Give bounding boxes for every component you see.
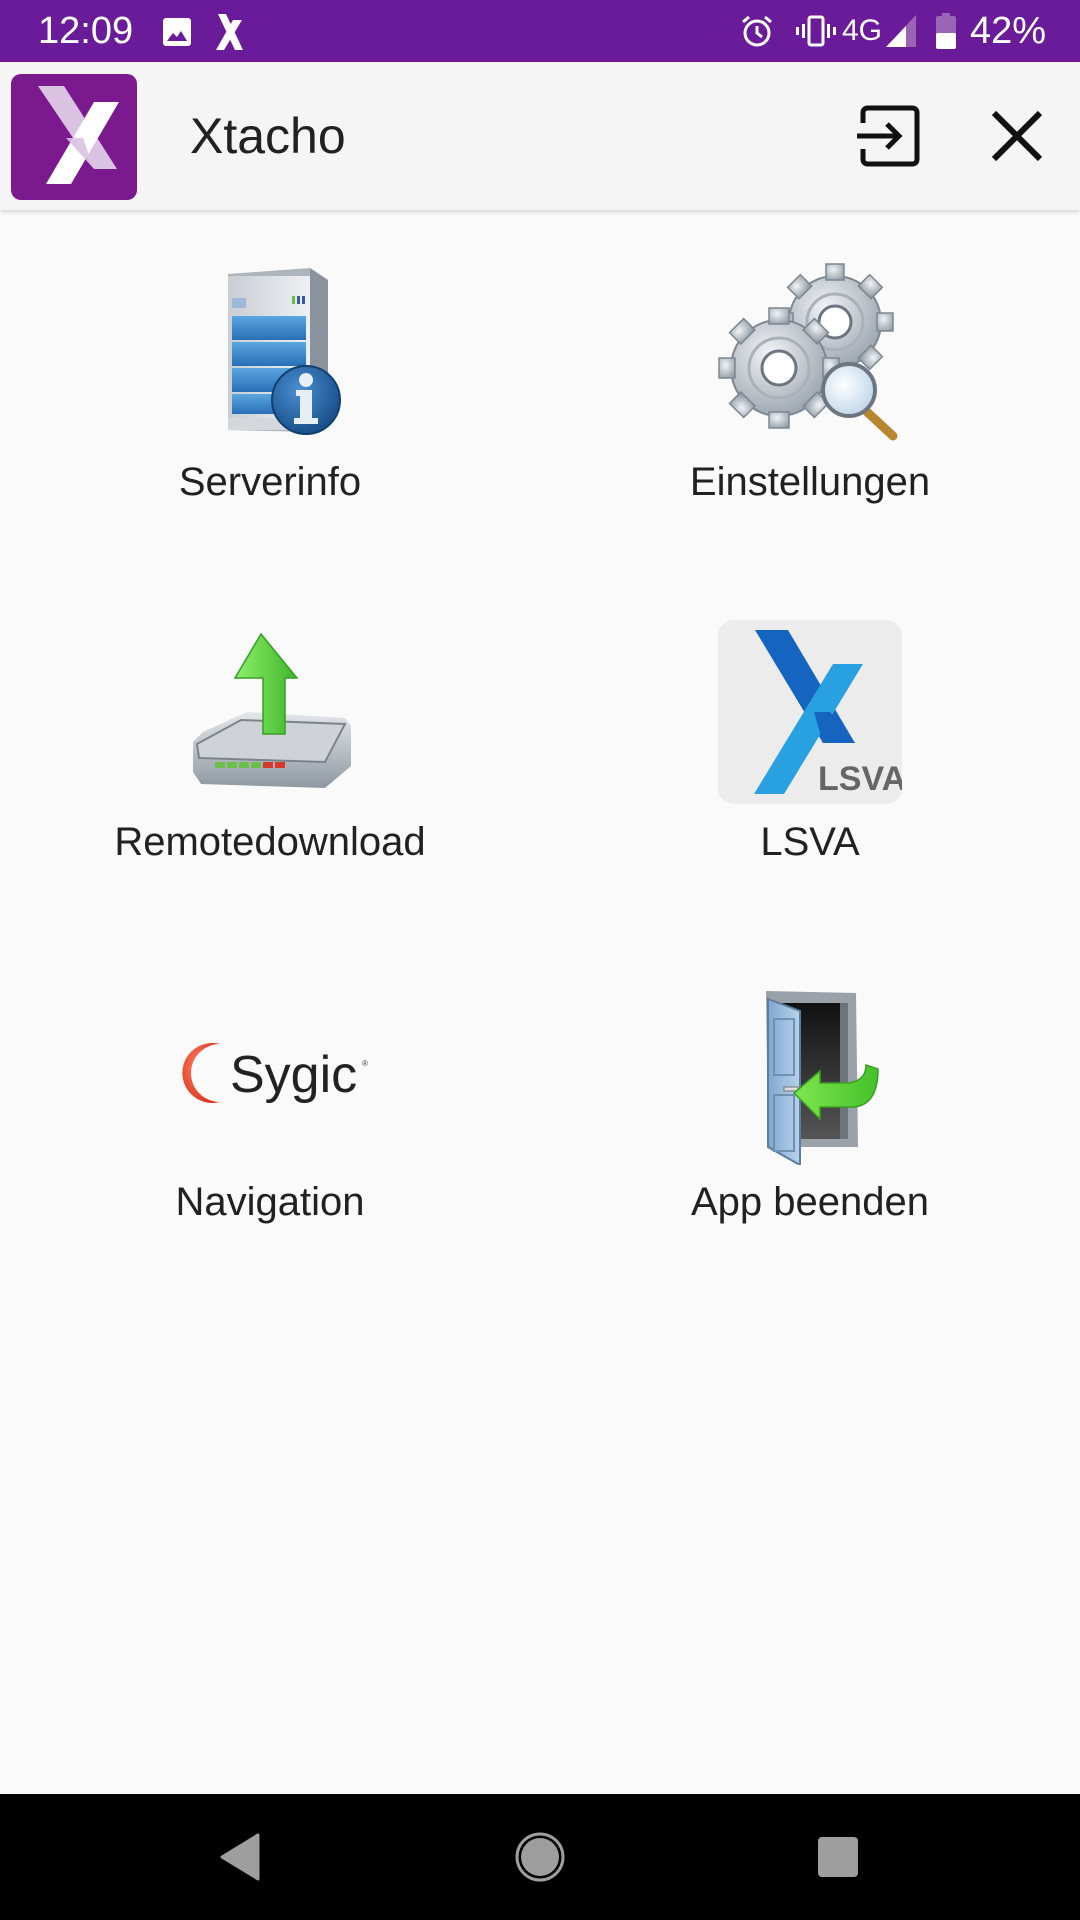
sygic-icon: Sygic ® xyxy=(170,972,370,1172)
lsva-icon-text: LSVA xyxy=(818,760,902,798)
app-title: Xtacho xyxy=(190,108,346,164)
back-button[interactable] xyxy=(200,1817,280,1897)
menu-item-navigation[interactable]: Sygic ® Navigation xyxy=(0,972,540,1272)
menu-item-label: Einstellungen xyxy=(689,460,931,504)
login-icon xyxy=(857,105,920,167)
close-button[interactable] xyxy=(977,96,1057,176)
app-bar: Xtacho xyxy=(0,62,1080,210)
menu-item-label: Serverinfo xyxy=(178,460,362,504)
menu-item-einstellungen[interactable]: Einstellungen xyxy=(540,252,1080,552)
image-icon xyxy=(162,17,192,52)
xtacho-notification-icon xyxy=(216,14,244,55)
alarm-icon xyxy=(740,14,774,48)
server-info-icon xyxy=(170,252,370,452)
remote-download-icon xyxy=(170,612,370,812)
app-logo xyxy=(11,74,137,200)
navigation-bar xyxy=(0,1794,1080,1920)
exit-door-icon xyxy=(710,972,910,1172)
menu-item-app-beenden[interactable]: App beenden xyxy=(540,972,1080,1272)
status-bar: 12:09 4G 42% xyxy=(0,0,1080,62)
menu-item-label: Navigation xyxy=(175,1180,365,1224)
battery-percent: 42% xyxy=(970,9,1047,52)
status-time: 12:09 xyxy=(38,10,134,52)
lsva-icon: LSVA xyxy=(710,612,910,812)
sygic-icon-text: Sygic xyxy=(230,1046,357,1104)
back-icon xyxy=(220,1833,260,1881)
recents-button[interactable] xyxy=(798,1817,878,1897)
svg-text:®: ® xyxy=(362,1059,368,1068)
battery-icon xyxy=(936,13,957,49)
vibrate-icon xyxy=(796,14,836,48)
home-icon xyxy=(515,1832,565,1882)
menu-item-remotedownload[interactable]: Remotedownload xyxy=(0,612,540,912)
menu-item-label: App beenden xyxy=(690,1180,929,1224)
menu-item-lsva[interactable]: LSVA LSVA xyxy=(540,612,1080,912)
home-button[interactable] xyxy=(500,1817,580,1897)
menu-item-label: Remotedownload xyxy=(114,820,426,864)
network-type: 4G xyxy=(842,14,883,47)
menu-item-label: LSVA xyxy=(760,820,860,864)
login-button[interactable] xyxy=(850,96,930,176)
close-icon xyxy=(991,110,1043,162)
settings-gears-icon xyxy=(710,252,910,452)
recents-icon xyxy=(818,1837,858,1877)
menu-item-serverinfo[interactable]: Serverinfo xyxy=(0,252,540,552)
signal-icon xyxy=(886,15,918,47)
